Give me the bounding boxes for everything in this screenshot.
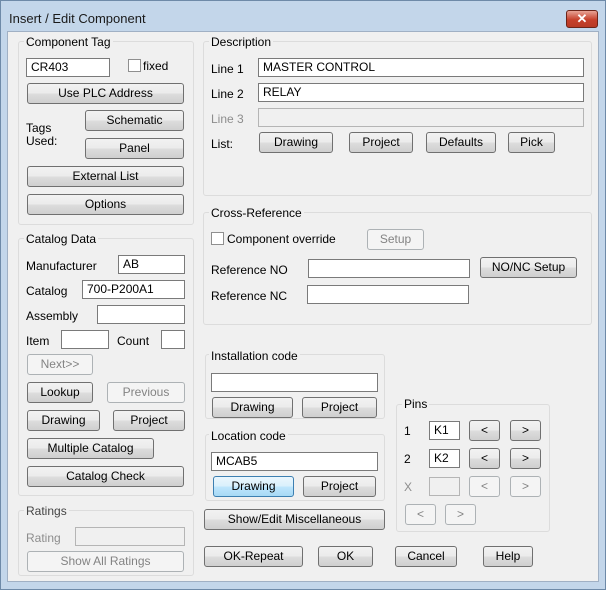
count-label: Count — [117, 334, 150, 348]
item-input[interactable] — [61, 330, 109, 349]
pin3-prev-button[interactable]: < — [469, 476, 500, 497]
lookup-button[interactable]: Lookup — [27, 382, 93, 403]
pin3-input[interactable] — [429, 477, 460, 496]
panel-button[interactable]: Panel — [85, 138, 184, 159]
installation-code-group-label: Installation code — [209, 349, 300, 363]
pin2-label: 2 — [404, 452, 411, 466]
list-label: List: — [211, 137, 234, 151]
line2-input[interactable]: RELAY — [258, 83, 584, 102]
options-button[interactable]: Options — [27, 194, 184, 215]
multiple-catalog-button[interactable]: Multiple Catalog — [27, 438, 154, 459]
previous-button[interactable]: Previous — [107, 382, 185, 403]
description-drawing-button[interactable]: Drawing — [259, 132, 333, 153]
reference-no-label: Reference NO — [211, 263, 288, 277]
pin3-label: X — [404, 480, 413, 494]
line2-label: Line 2 — [211, 87, 244, 101]
pins-group-label: Pins — [402, 397, 430, 411]
tags-used-label: Tags Used: — [26, 121, 58, 148]
schematic-button[interactable]: Schematic — [85, 110, 184, 131]
count-input[interactable] — [161, 330, 185, 349]
rating-input[interactable] — [75, 527, 185, 546]
window-title: Insert / Edit Component — [9, 11, 146, 26]
show-all-ratings-button[interactable]: Show All Ratings — [27, 551, 184, 572]
item-label: Item — [26, 334, 50, 348]
cancel-button[interactable]: Cancel — [395, 546, 457, 567]
help-button[interactable]: Help — [483, 546, 533, 567]
reference-nc-input[interactable] — [307, 285, 469, 304]
component-tag-input[interactable]: CR403 — [26, 58, 110, 77]
installation-code-input[interactable] — [211, 373, 378, 392]
pin3-next-button[interactable]: > — [510, 476, 541, 497]
location-code-group-label: Location code — [209, 429, 288, 443]
close-button[interactable]: ✕ — [566, 10, 598, 28]
component-override-checkbox[interactable] — [211, 232, 224, 245]
description-group-label: Description — [209, 35, 274, 49]
cross-reference-group-label: Cross-Reference — [209, 206, 304, 220]
ratings-group-label: Ratings — [24, 504, 69, 518]
reference-nc-label: Reference NC — [211, 289, 288, 303]
assembly-label: Assembly — [26, 309, 79, 323]
installation-project-button[interactable]: Project — [302, 397, 377, 418]
assembly-input[interactable] — [97, 305, 185, 324]
pin2-input[interactable]: K2 — [429, 449, 460, 468]
manufacturer-label: Manufacturer — [26, 259, 97, 273]
rating-label: Rating — [26, 531, 61, 545]
catalog-project-button[interactable]: Project — [113, 410, 185, 431]
pin1-prev-button[interactable]: < — [469, 420, 500, 441]
reference-no-input[interactable] — [308, 259, 470, 278]
pin1-next-button[interactable]: > — [510, 420, 541, 441]
description-project-button[interactable]: Project — [349, 132, 413, 153]
pin1-input[interactable]: K1 — [429, 421, 460, 440]
dialog-window: Insert / Edit Component ✕ Component Tag … — [0, 0, 606, 590]
catalog-data-group-label: Catalog Data — [24, 232, 99, 246]
location-drawing-button[interactable]: Drawing — [213, 476, 294, 497]
fixed-label: fixed — [143, 59, 169, 73]
pins-next-button[interactable]: > — [445, 504, 476, 525]
location-code-input[interactable]: MCAB5 — [211, 452, 378, 471]
manufacturer-input[interactable]: AB — [118, 255, 185, 274]
close-icon: ✕ — [576, 11, 588, 26]
pin2-next-button[interactable]: > — [510, 448, 541, 469]
location-project-button[interactable]: Project — [303, 476, 376, 497]
pin1-label: 1 — [404, 424, 411, 438]
component-tag-group-label: Component Tag — [24, 35, 113, 49]
show-edit-miscellaneous-button[interactable]: Show/Edit Miscellaneous — [204, 509, 385, 530]
use-plc-address-button[interactable]: Use PLC Address — [27, 83, 184, 104]
component-override-label: Component override — [227, 232, 336, 246]
line1-input[interactable]: MASTER CONTROL — [258, 58, 584, 77]
line3-input[interactable] — [258, 108, 584, 127]
no-nc-setup-button[interactable]: NO/NC Setup — [480, 257, 577, 278]
next-catalog-button[interactable]: Next>> — [27, 354, 93, 375]
setup-button[interactable]: Setup — [367, 229, 424, 250]
installation-drawing-button[interactable]: Drawing — [212, 397, 293, 418]
catalog-check-button[interactable]: Catalog Check — [27, 466, 184, 487]
line1-label: Line 1 — [211, 62, 244, 76]
line3-label: Line 3 — [211, 112, 244, 126]
ok-repeat-button[interactable]: OK-Repeat — [204, 546, 303, 567]
catalog-input[interactable]: 700-P200A1 — [82, 280, 185, 299]
dialog-client-area: Component Tag CR403 fixed Use PLC Addres… — [7, 31, 599, 582]
pin2-prev-button[interactable]: < — [469, 448, 500, 469]
ok-button[interactable]: OK — [318, 546, 373, 567]
external-list-button[interactable]: External List — [27, 166, 184, 187]
fixed-checkbox[interactable] — [128, 59, 141, 72]
catalog-drawing-button[interactable]: Drawing — [27, 410, 100, 431]
pins-prev-button[interactable]: < — [405, 504, 436, 525]
title-bar[interactable]: Insert / Edit Component ✕ — [1, 1, 605, 31]
catalog-label: Catalog — [26, 284, 68, 298]
description-pick-button[interactable]: Pick — [508, 132, 555, 153]
description-defaults-button[interactable]: Defaults — [426, 132, 496, 153]
